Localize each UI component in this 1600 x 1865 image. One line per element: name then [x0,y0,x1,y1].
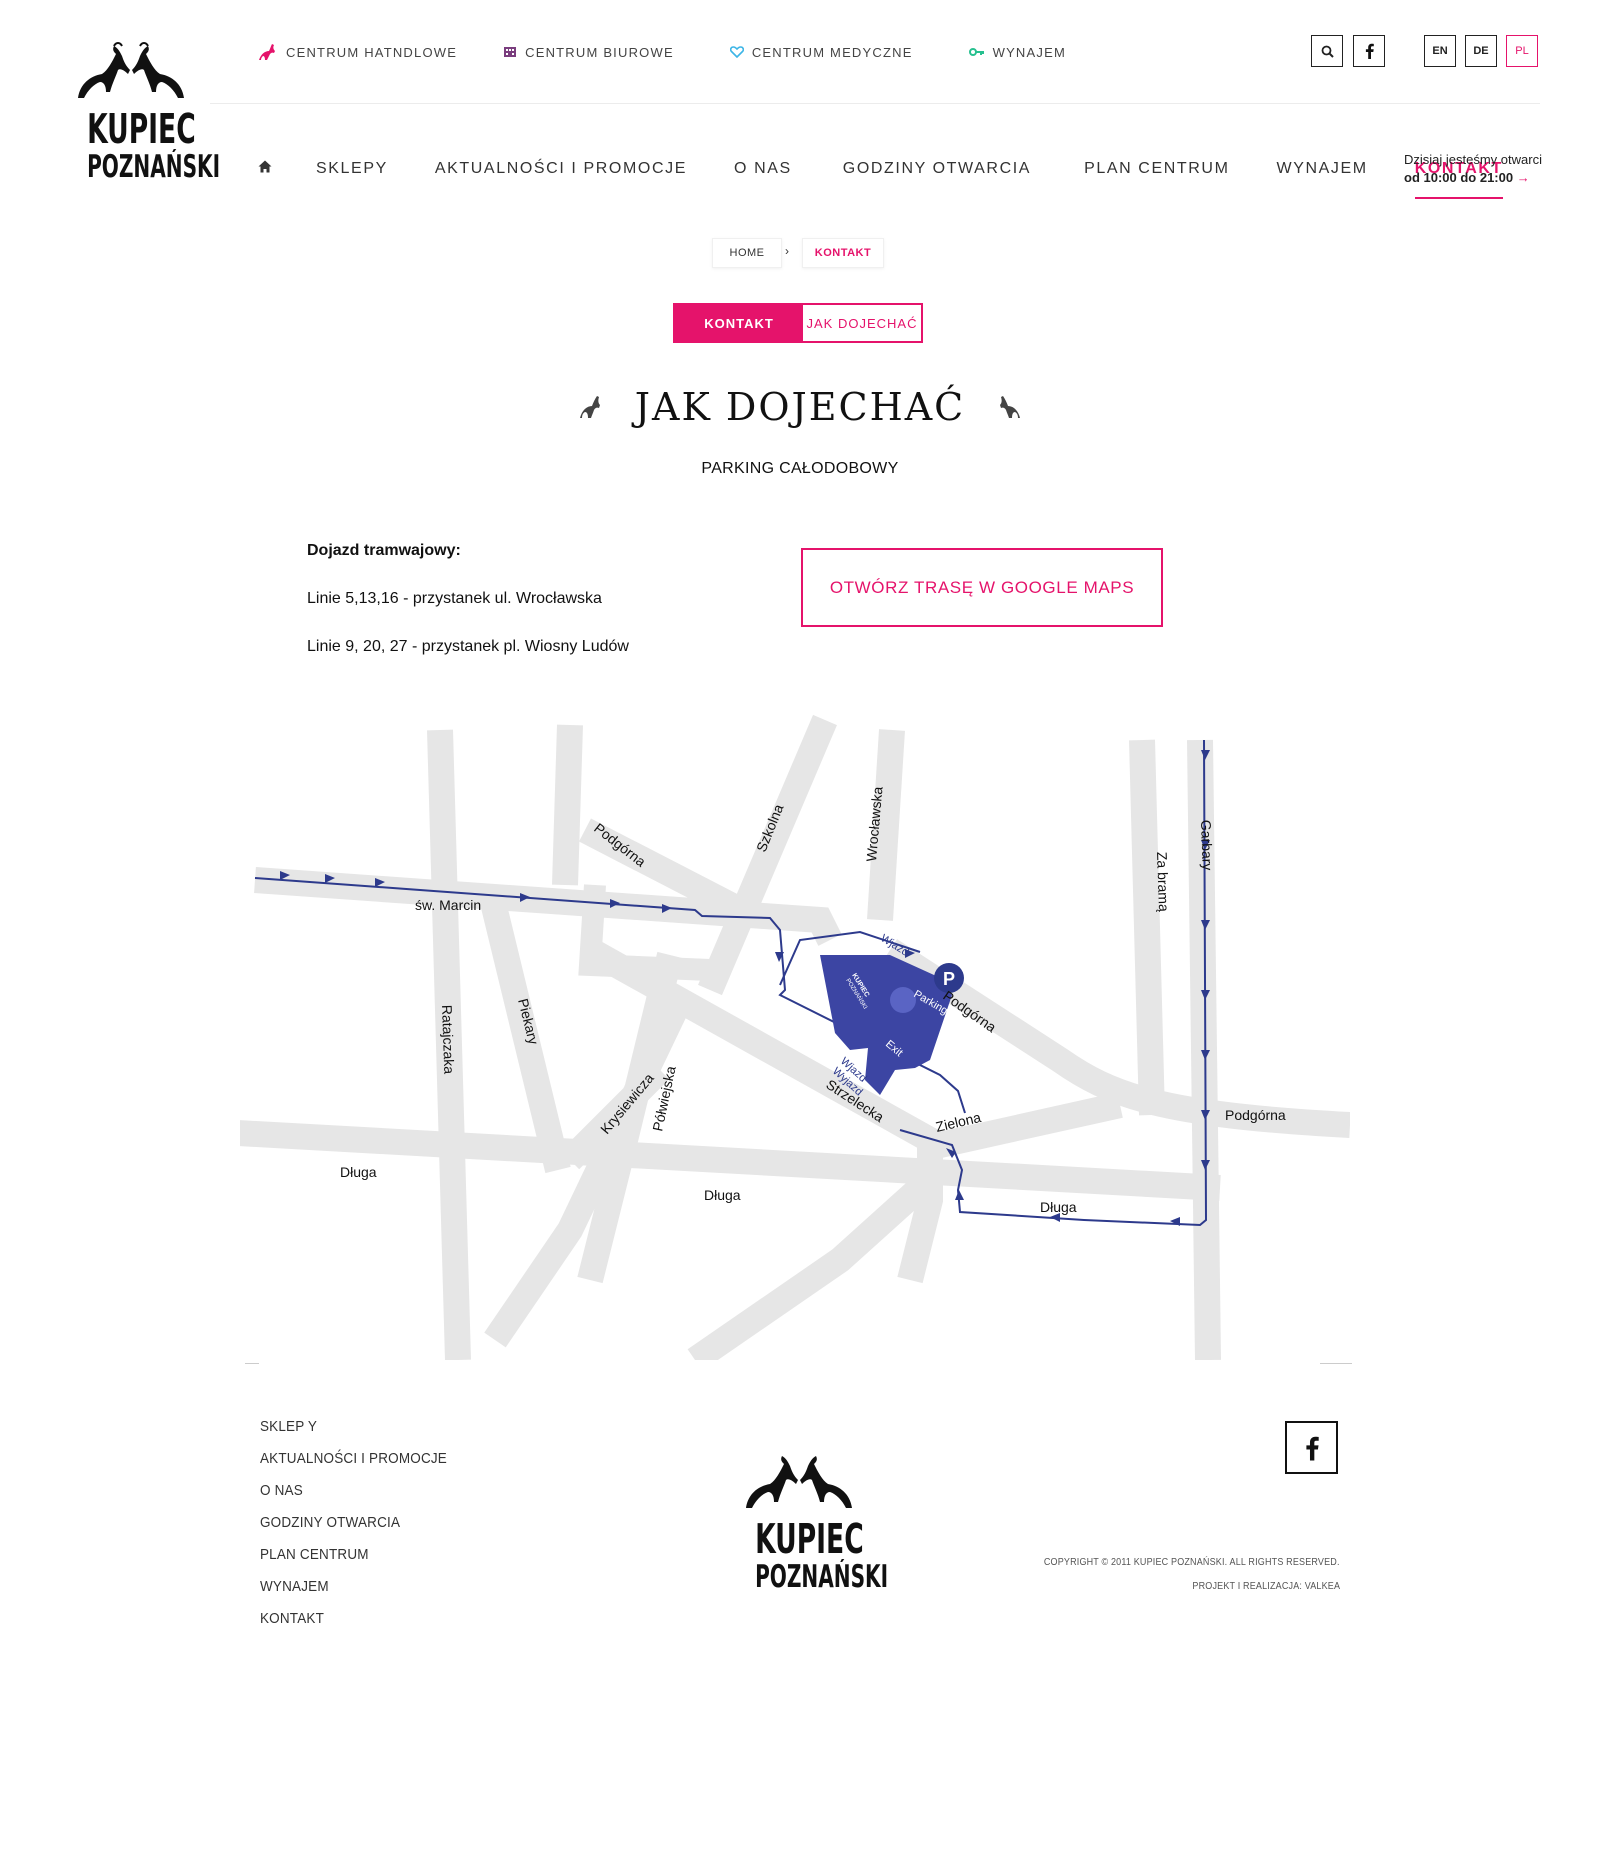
street-swmarcin: św. Marcin [415,897,481,913]
main-navigation: SKLEPY AKTUALNOŚCI I PROMOCJE O NAS GODZ… [258,160,1550,199]
footer-logo-word-2: POZNAŃSKI [755,1559,889,1595]
footer-link-wynajem[interactable]: WYNAJEM [260,1578,447,1610]
page-heading: JAK DOJECHAĆ [0,385,1600,429]
header-divider [210,103,1540,104]
language-pl[interactable]: PL [1506,35,1538,67]
topnav-centrum-handlowe[interactable]: CENTRUM HATNDLOWE [258,43,457,61]
goat-icon [259,44,275,60]
breadcrumb-current: KONTAKT [802,238,884,268]
topnav-label: CENTRUM BIUROWE [525,44,674,60]
page-subtitle: PARKING CAŁODOBOWY [701,460,899,477]
logo-word-1: KUPIEC [87,105,196,153]
breadcrumb-home[interactable]: HOME [712,238,782,268]
tram-info: Dojazd tramwajowy: Linie 5,13,16 - przys… [307,540,629,684]
heart-icon [729,46,744,58]
footer-copyright: COPYRIGHT © 2011 KUPIEC POZNAŃSKI. ALL R… [1044,1557,1340,1568]
footer-link-sklepy[interactable]: SKLEP Y [260,1418,447,1450]
goat-left-icon [580,396,601,418]
nav-sklepy[interactable]: SKLEPY [316,160,388,178]
footer-credits[interactable]: PROJEKT I REALIZACJA: VALKEA [1192,1581,1340,1592]
footer-link-o-nas[interactable]: O NAS [260,1482,447,1514]
goat-right-icon [999,396,1020,418]
nav-plan[interactable]: PLAN CENTRUM [1084,160,1229,178]
map-roads [240,714,1350,1360]
parking-marker-label: P [943,969,955,989]
footer-link-plan[interactable]: PLAN CENTRUM [260,1546,447,1578]
footer-link-kontakt[interactable]: KONTAKT [260,1610,447,1642]
nav-o-nas[interactable]: O NAS [734,160,792,178]
key-icon [968,48,984,56]
top-navigation: CENTRUM HATNDLOWE CENTRUM BIUROWE CENTRU… [258,40,1112,64]
tram-line-2: Linie 9, 20, 27 - przystanek pl. Wiosny … [307,638,629,655]
goats-logo-icon [78,42,184,98]
footer-divider-right [1320,1363,1352,1364]
building-icon [504,47,517,57]
topnav-centrum-biurowe[interactable]: CENTRUM BIUROWE [503,45,674,60]
footer-link-godziny[interactable]: GODZINY OTWARCIA [260,1514,447,1546]
nav-home[interactable] [258,160,272,178]
search-icon [1321,45,1334,58]
footer-logo-word-1: KUPIEC [755,1515,864,1563]
footer-navigation: SKLEP Y AKTUALNOŚCI I PROMOCJE O NAS GOD… [260,1418,468,1642]
street-zabrama: Za bramą [1154,852,1172,913]
google-maps-button[interactable]: OTWÓRZ TRASĘ W GOOGLE MAPS [801,548,1163,627]
route-map: KUPIEC POZNAŃSKI Parking Exit P św. Marc… [240,714,1350,1360]
contact-tabs: KONTAKT JAK DOJECHAĆ [673,303,923,343]
opening-line-1: Dzisiaj jesteśmy otwarci [1404,152,1542,167]
logo-word-2: POZNAŃSKI [87,149,221,185]
street-ratajczaka: Ratajczaka [439,1005,457,1075]
footer-link-aktualnosci[interactable]: AKTUALNOŚCI I PROMOCJE [260,1450,447,1482]
language-en[interactable]: EN [1424,35,1456,67]
facebook-button[interactable] [1353,35,1385,67]
footer-facebook-button[interactable] [1285,1421,1338,1474]
street-garbary: Garbary [1198,820,1216,871]
breadcrumb-separator: › [785,244,789,258]
goats-logo-icon [746,1456,852,1508]
topnav-label: CENTRUM HATNDLOWE [286,44,458,60]
search-button[interactable] [1311,35,1343,67]
tab-kontakt[interactable]: KONTAKT [675,305,803,341]
topnav-label: WYNAJEM [992,44,1066,60]
street-podgorna-3: Podgórna [1225,1107,1286,1123]
topnav-label: CENTRUM MEDYCZNE [751,44,913,60]
home-icon [258,160,272,173]
arrow-right-icon: → [1516,170,1530,185]
opening-hours[interactable]: Dzisiaj jesteśmy otwarci od 10:00 do 21:… [1404,151,1542,187]
tab-jak-dojechac[interactable]: JAK DOJECHAĆ [803,305,921,341]
logo[interactable]: KUPIEC POZNAŃSKI [70,40,221,185]
footer-logo[interactable]: KUPIEC POZNAŃSKI [738,1450,889,1595]
street-dluga-3: Długa [1040,1199,1077,1215]
nav-aktualnosci[interactable]: AKTUALNOŚCI I PROMOCJE [435,160,687,178]
street-dluga-1: Długa [340,1164,377,1180]
tram-heading: Dojazd tramwajowy: [307,542,461,559]
opening-line-2: od 10:00 do 21:00 [1404,170,1514,185]
nav-wynajem[interactable]: WYNAJEM [1277,160,1368,178]
facebook-icon [1365,43,1374,59]
page-title: JAK DOJECHAĆ [634,385,966,429]
facebook-icon [1305,1436,1319,1460]
street-dluga-2: Długa [704,1187,741,1203]
topnav-centrum-medyczne[interactable]: CENTRUM MEDYCZNE [729,44,913,60]
tram-line-1: Linie 5,13,16 - przystanek ul. Wrocławsk… [307,590,602,607]
footer-divider-left [245,1363,259,1364]
topnav-wynajem[interactable]: WYNAJEM [968,44,1066,60]
language-de[interactable]: DE [1465,35,1497,67]
nav-godziny[interactable]: GODZINY OTWARCIA [843,160,1031,178]
